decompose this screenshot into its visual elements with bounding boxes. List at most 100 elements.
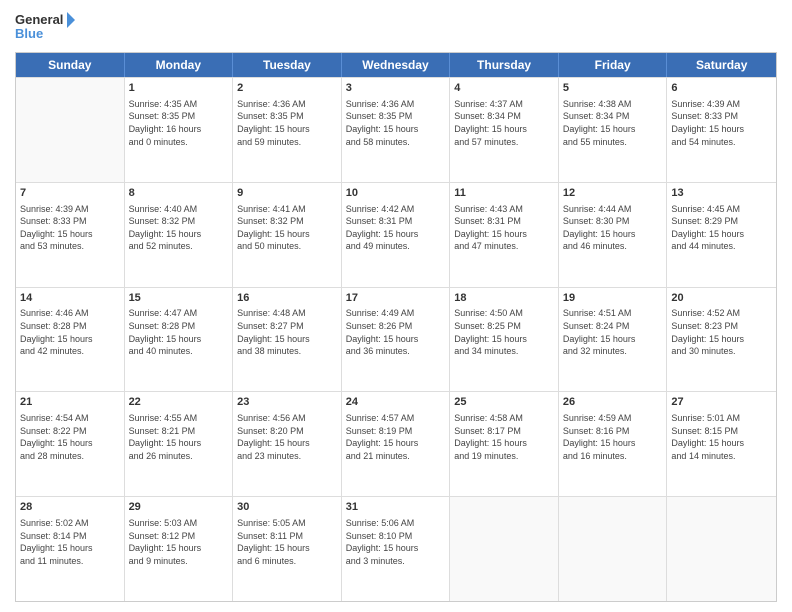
day-number: 11 <box>454 186 554 201</box>
cell-info: Sunrise: 4:36 AM Sunset: 8:35 PM Dayligh… <box>346 98 446 148</box>
day-cell-16: 16Sunrise: 4:48 AM Sunset: 8:27 PM Dayli… <box>233 288 342 392</box>
logo: General Blue <box>15 10 75 46</box>
day-cell-23: 23 Sunrise: 4:56 AM Sunset: 8:20 PM Dayli… <box>233 392 342 496</box>
day-cell-26: 26 Sunrise: 4:59 AM Sunset: 8:16 PM Dayli… <box>559 392 668 496</box>
day-cell-12: 12 Sunrise: 4:44 AM Sunset: 8:30 PM Dayli… <box>559 183 668 287</box>
day-number: 25 <box>454 395 554 410</box>
cell-info: Sunrise: 4:37 AM Sunset: 8:34 PM Dayligh… <box>454 98 554 148</box>
empty-cell <box>16 78 125 182</box>
day-cell-28: 28 Sunrise: 5:02 AM Sunset: 8:14 PM Dayli… <box>16 497 125 601</box>
empty-cell <box>667 497 776 601</box>
day-number: 18 <box>454 291 554 306</box>
cell-info: Sunrise: 5:02 AM Sunset: 8:14 PM Dayligh… <box>20 517 120 567</box>
day-number: 8 <box>129 186 229 201</box>
cell-info: Sunrise: 4:51 AM Sunset: 8:24 PM Dayligh… <box>563 307 663 357</box>
cell-info: Sunrise: 4:59 AM Sunset: 8:16 PM Dayligh… <box>563 412 663 462</box>
day-cell-19: 19Sunrise: 4:51 AM Sunset: 8:24 PM Dayli… <box>559 288 668 392</box>
header-day-tuesday: Tuesday <box>233 53 342 77</box>
day-number: 17 <box>346 291 446 306</box>
cell-info: Sunrise: 4:50 AM Sunset: 8:25 PM Dayligh… <box>454 307 554 357</box>
day-number: 29 <box>129 500 229 515</box>
svg-text:Blue: Blue <box>15 26 43 41</box>
day-cell-14: 14Sunrise: 4:46 AM Sunset: 8:28 PM Dayli… <box>16 288 125 392</box>
cell-info: Sunrise: 4:55 AM Sunset: 8:21 PM Dayligh… <box>129 412 229 462</box>
day-cell-5: 5 Sunrise: 4:38 AM Sunset: 8:34 PM Daylig… <box>559 78 668 182</box>
calendar-header: SundayMondayTuesdayWednesdayThursdayFrid… <box>16 53 776 77</box>
day-number: 13 <box>671 186 772 201</box>
day-number: 31 <box>346 500 446 515</box>
day-number: 22 <box>129 395 229 410</box>
day-cell-2: 2Sunrise: 4:36 AM Sunset: 8:35 PM Daylig… <box>233 78 342 182</box>
day-number: 21 <box>20 395 120 410</box>
day-number: 14 <box>20 291 120 306</box>
cell-info: Sunrise: 5:06 AM Sunset: 8:10 PM Dayligh… <box>346 517 446 567</box>
day-cell-24: 24Sunrise: 4:57 AM Sunset: 8:19 PM Dayli… <box>342 392 451 496</box>
cell-info: Sunrise: 4:39 AM Sunset: 8:33 PM Dayligh… <box>671 98 772 148</box>
cell-info: Sunrise: 4:49 AM Sunset: 8:26 PM Dayligh… <box>346 307 446 357</box>
day-number: 4 <box>454 81 554 96</box>
cell-info: Sunrise: 5:03 AM Sunset: 8:12 PM Dayligh… <box>129 517 229 567</box>
cell-info: Sunrise: 4:44 AM Sunset: 8:30 PM Dayligh… <box>563 203 663 253</box>
cell-info: Sunrise: 4:52 AM Sunset: 8:23 PM Dayligh… <box>671 307 772 357</box>
header-day-sunday: Sunday <box>16 53 125 77</box>
day-cell-10: 10 Sunrise: 4:42 AM Sunset: 8:31 PM Dayli… <box>342 183 451 287</box>
day-number: 20 <box>671 291 772 306</box>
cell-info: Sunrise: 4:54 AM Sunset: 8:22 PM Dayligh… <box>20 412 120 462</box>
header-day-monday: Monday <box>125 53 234 77</box>
day-number: 12 <box>563 186 663 201</box>
day-cell-9: 9Sunrise: 4:41 AM Sunset: 8:32 PM Daylig… <box>233 183 342 287</box>
day-number: 3 <box>346 81 446 96</box>
cell-info: Sunrise: 4:42 AM Sunset: 8:31 PM Dayligh… <box>346 203 446 253</box>
day-cell-6: 6 Sunrise: 4:39 AM Sunset: 8:33 PM Daylig… <box>667 78 776 182</box>
cell-info: Sunrise: 4:48 AM Sunset: 8:27 PM Dayligh… <box>237 307 337 357</box>
day-cell-17: 17Sunrise: 4:49 AM Sunset: 8:26 PM Dayli… <box>342 288 451 392</box>
day-number: 16 <box>237 291 337 306</box>
cell-info: Sunrise: 4:35 AM Sunset: 8:35 PM Dayligh… <box>129 98 229 148</box>
day-number: 10 <box>346 186 446 201</box>
day-cell-8: 8 Sunrise: 4:40 AM Sunset: 8:32 PM Daylig… <box>125 183 234 287</box>
header-day-thursday: Thursday <box>450 53 559 77</box>
cell-info: Sunrise: 5:05 AM Sunset: 8:11 PM Dayligh… <box>237 517 337 567</box>
day-cell-4: 4 Sunrise: 4:37 AM Sunset: 8:34 PM Daylig… <box>450 78 559 182</box>
cell-info: Sunrise: 4:45 AM Sunset: 8:29 PM Dayligh… <box>671 203 772 253</box>
header-day-friday: Friday <box>559 53 668 77</box>
day-number: 19 <box>563 291 663 306</box>
day-cell-27: 27Sunrise: 5:01 AM Sunset: 8:15 PM Dayli… <box>667 392 776 496</box>
empty-cell <box>450 497 559 601</box>
day-cell-7: 7 Sunrise: 4:39 AM Sunset: 8:33 PM Daylig… <box>16 183 125 287</box>
day-cell-30: 30Sunrise: 5:05 AM Sunset: 8:11 PM Dayli… <box>233 497 342 601</box>
header: General Blue <box>15 10 777 46</box>
day-cell-18: 18Sunrise: 4:50 AM Sunset: 8:25 PM Dayli… <box>450 288 559 392</box>
logo-svg: General Blue <box>15 10 75 46</box>
cell-info: Sunrise: 4:39 AM Sunset: 8:33 PM Dayligh… <box>20 203 120 253</box>
week-row-4: 21 Sunrise: 4:54 AM Sunset: 8:22 PM Dayli… <box>16 391 776 496</box>
empty-cell <box>559 497 668 601</box>
day-cell-13: 13 Sunrise: 4:45 AM Sunset: 8:29 PM Dayli… <box>667 183 776 287</box>
header-day-wednesday: Wednesday <box>342 53 451 77</box>
day-number: 24 <box>346 395 446 410</box>
day-cell-20: 20Sunrise: 4:52 AM Sunset: 8:23 PM Dayli… <box>667 288 776 392</box>
cell-info: Sunrise: 4:56 AM Sunset: 8:20 PM Dayligh… <box>237 412 337 462</box>
day-number: 23 <box>237 395 337 410</box>
week-row-3: 14Sunrise: 4:46 AM Sunset: 8:28 PM Dayli… <box>16 287 776 392</box>
page: General Blue SundayMondayTuesdayWednesda… <box>0 0 792 612</box>
calendar-body: 1 Sunrise: 4:35 AM Sunset: 8:35 PM Daylig… <box>16 77 776 601</box>
cell-info: Sunrise: 4:38 AM Sunset: 8:34 PM Dayligh… <box>563 98 663 148</box>
day-number: 28 <box>20 500 120 515</box>
day-number: 5 <box>563 81 663 96</box>
week-row-2: 7 Sunrise: 4:39 AM Sunset: 8:33 PM Daylig… <box>16 182 776 287</box>
day-number: 15 <box>129 291 229 306</box>
week-row-1: 1 Sunrise: 4:35 AM Sunset: 8:35 PM Daylig… <box>16 77 776 182</box>
day-number: 26 <box>563 395 663 410</box>
day-cell-25: 25Sunrise: 4:58 AM Sunset: 8:17 PM Dayli… <box>450 392 559 496</box>
day-number: 6 <box>671 81 772 96</box>
day-number: 9 <box>237 186 337 201</box>
day-number: 7 <box>20 186 120 201</box>
cell-info: Sunrise: 5:01 AM Sunset: 8:15 PM Dayligh… <box>671 412 772 462</box>
svg-text:General: General <box>15 12 63 27</box>
day-number: 1 <box>129 81 229 96</box>
cell-info: Sunrise: 4:40 AM Sunset: 8:32 PM Dayligh… <box>129 203 229 253</box>
day-cell-15: 15Sunrise: 4:47 AM Sunset: 8:28 PM Dayli… <box>125 288 234 392</box>
cell-info: Sunrise: 4:43 AM Sunset: 8:31 PM Dayligh… <box>454 203 554 253</box>
header-day-saturday: Saturday <box>667 53 776 77</box>
